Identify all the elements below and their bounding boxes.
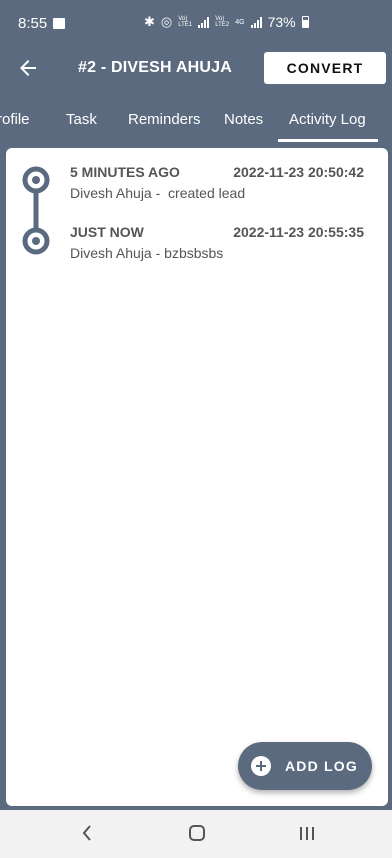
tab-task[interactable]: Task [66, 92, 97, 142]
sim1-label: Vo) LTE1 [178, 16, 193, 28]
battery-percent: 73% [267, 14, 296, 30]
convert-button[interactable]: CONVERT [264, 52, 386, 84]
timeline-icon [22, 166, 50, 255]
log-entry-description: Divesh Ahuja - bzbsbsbs [70, 245, 224, 261]
nav-home-button[interactable] [188, 823, 206, 848]
signal2-icon [250, 16, 262, 28]
bluetooth-icon: ✱ [144, 14, 155, 29]
recents-icon [300, 827, 314, 840]
status-icons: ✱ ◎ Vo) LTE1 Vo) LTE2 4G 73% [144, 14, 309, 30]
app-toolbar: #2 - DIVESH AHUJA CONVERT [0, 46, 392, 92]
tab-bar: Profile Task Reminders Notes Activity Lo… [0, 92, 392, 142]
log-entry-datetime: 2022-11-23 20:55:35 [233, 224, 364, 240]
arrow-left-icon [20, 60, 36, 76]
back-button[interactable] [16, 56, 40, 80]
tab-profile[interactable]: Profile [0, 92, 30, 142]
add-log-label: ADD LOG [285, 758, 358, 774]
tab-activity-log[interactable]: Activity Log [289, 92, 366, 142]
chevron-left-icon [82, 825, 91, 841]
add-circle-icon [251, 756, 271, 776]
tab-notes[interactable]: Notes [224, 92, 263, 142]
add-log-button[interactable]: ADD LOG [238, 742, 372, 790]
status-bar: 8:55 ✱ ◎ Vo) LTE1 Vo) LTE2 4G 73% [0, 0, 392, 46]
status-time: 8:55 [18, 14, 48, 32]
battery-icon [301, 16, 309, 28]
gallery-icon [53, 17, 66, 29]
system-nav-bar [0, 810, 392, 858]
signal1-icon [198, 16, 210, 28]
hotspot-icon: ◎ [160, 14, 173, 29]
home-square-icon [189, 825, 205, 841]
log-entry-relative-time: JUST NOW [70, 224, 144, 240]
log-entry-datetime: 2022-11-23 20:50:42 [233, 164, 364, 180]
nav-back-button[interactable] [80, 823, 94, 848]
activity-log-card: 5 MINUTES AGO 2022-11-23 20:50:42 Divesh… [6, 148, 388, 806]
log-entry-description: Divesh Ahuja - created lead [70, 185, 246, 201]
nav-recents-button[interactable] [298, 823, 316, 848]
active-tab-indicator [278, 139, 378, 142]
log-entry-relative-time: 5 MINUTES AGO [70, 164, 180, 180]
sim2-label: Vo) LTE2 [215, 16, 230, 28]
tab-reminders[interactable]: Reminders [128, 92, 201, 142]
network-label: 4G [235, 18, 245, 26]
page-title: #2 - DIVESH AHUJA [78, 59, 232, 76]
